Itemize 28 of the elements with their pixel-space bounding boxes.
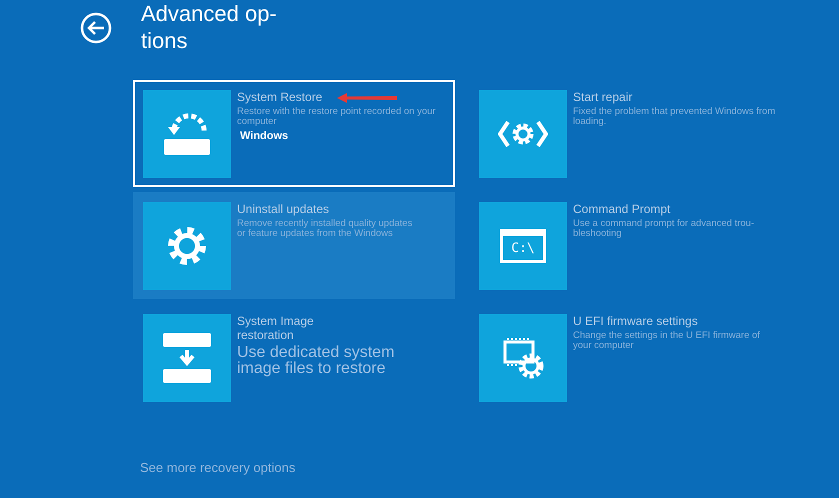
page-title: Advanced op- tions [141, 0, 277, 54]
option-tile[interactable]: U EFI firmware settings Change the settings in the U EFI firmware of your computer [469, 304, 791, 411]
chip-gear-icon [502, 337, 544, 379]
option-title: Start repair [573, 90, 632, 104]
option-description: Use a command prompt for advanced trou- bleshooting [573, 219, 754, 239]
gear-icon [166, 225, 208, 267]
option-title: U EFI firmware settings [573, 314, 698, 328]
option-title: Command Prompt [573, 202, 670, 216]
option-description: Remove recently installed quality updates or feature updates from the Windows [237, 219, 412, 239]
option-tile[interactable]: System Restore Restore with the restore point recorded on your computer Windows [133, 80, 455, 187]
option-description: Restore with the restore point recorded on your computer [237, 107, 437, 127]
option-tile[interactable]: Start repair Fixed the problem that prevented Windows from loading. [469, 80, 791, 187]
option-tile[interactable]: System Image restoration Use dedicated system image files to restore [133, 304, 455, 411]
option-title: System Restore [237, 90, 322, 104]
console-icon: C:\ [500, 229, 546, 263]
restore-icon [162, 111, 212, 157]
back-icon[interactable] [80, 12, 112, 44]
option-tile[interactable]: Uninstall updates Remove recently installed quality updates or feature updates from the Windows [133, 192, 455, 299]
option-description: Use dedicated system image files to restore [237, 345, 394, 377]
more-options-link[interactable]: See more recovery options [140, 460, 296, 475]
option-description: Change the settings in the U EFI firmware of your computer [573, 331, 761, 351]
option-title: System Image restoration [237, 314, 314, 342]
option-description: Fixed the problem that prevented Windows from loading. [573, 107, 776, 127]
option-title: Uninstall updates [237, 202, 330, 216]
disk-image-icon [163, 333, 211, 383]
gear-brackets-icon [498, 119, 548, 149]
option-tile[interactable]: C:\ Command Prompt Use a command prompt for advanced trou- bleshooting [469, 192, 791, 299]
option-note: Windows [239, 130, 288, 142]
